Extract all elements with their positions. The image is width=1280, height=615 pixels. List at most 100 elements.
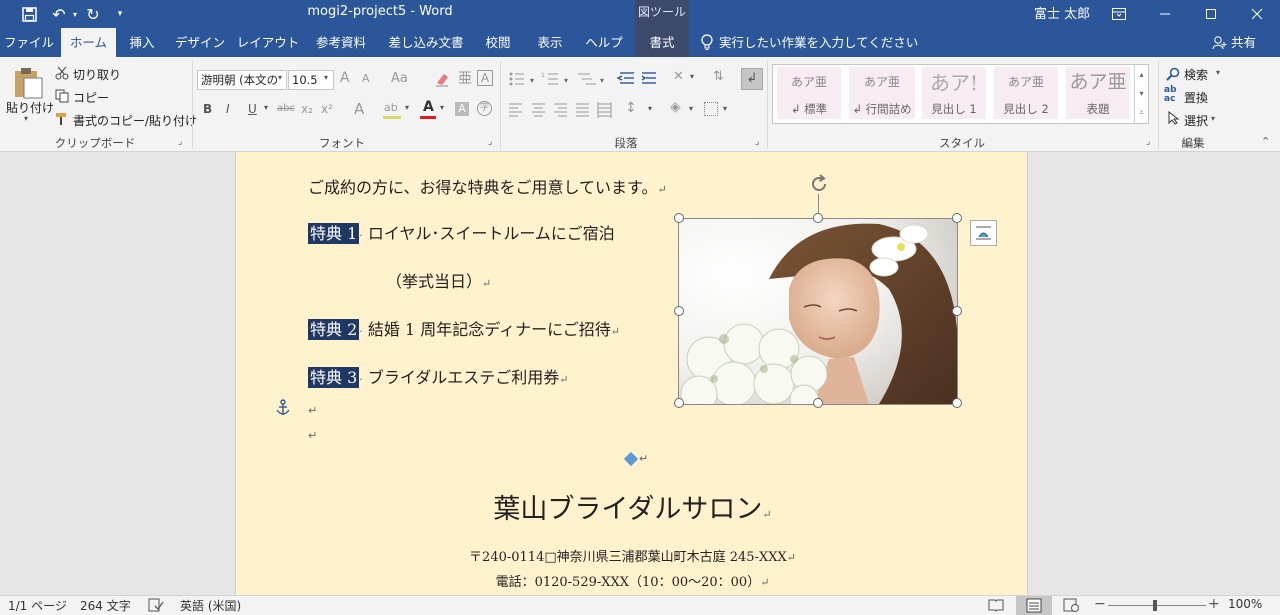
replace-button[interactable]: 置換 (1184, 89, 1208, 106)
style-standard[interactable]: あア亜 ↲ 標準 (777, 67, 841, 119)
font-name-box[interactable]: 游明朝 (本文の (197, 70, 287, 90)
minimize-icon[interactable] (1142, 0, 1188, 28)
collapse-ribbon-icon[interactable]: ⌃ (1261, 135, 1270, 148)
proofing-icon[interactable] (148, 598, 164, 612)
underline-button[interactable]: U (248, 102, 257, 116)
styles-more-icon[interactable]: ⩡ (1135, 103, 1148, 122)
read-mode-icon[interactable] (988, 598, 1004, 612)
font-size-dropdown-icon[interactable]: ▾ (324, 73, 328, 82)
tab-format[interactable]: 書式 (635, 28, 689, 57)
ribbon-display-options-icon[interactable] (1096, 0, 1142, 28)
clipboard-launcher-icon[interactable]: ⌟ (178, 137, 182, 147)
shape-anchor-diamond[interactable] (623, 451, 639, 467)
text-effects-icon[interactable]: A (354, 100, 364, 118)
resize-handle-top-left[interactable] (674, 213, 684, 223)
copy-icon[interactable] (55, 88, 69, 103)
resize-handle-bottom-left[interactable] (674, 398, 684, 408)
asian-layout-dropdown-icon[interactable]: ▾ (690, 72, 694, 81)
styles-scroll[interactable]: ▴ ▾ ⩡ (1134, 65, 1148, 123)
show-formatting-marks-icon[interactable]: ↲ (741, 68, 763, 90)
tab-view[interactable]: 表示 (526, 28, 574, 57)
resize-handle-bottom[interactable] (813, 398, 823, 408)
replace-icon[interactable]: ab ac (1164, 86, 1177, 104)
strikethrough-button[interactable]: abc (277, 103, 295, 114)
web-layout-icon[interactable] (1063, 598, 1079, 612)
highlight-color-icon[interactable]: ab (384, 101, 398, 114)
tab-file[interactable]: ファイル (0, 28, 58, 57)
tab-home[interactable]: ホーム (61, 28, 116, 57)
line-spacing-icon[interactable]: ↕ (625, 100, 637, 116)
grow-font-icon[interactable]: A (340, 70, 350, 86)
word-count[interactable]: 264 文字 (80, 597, 131, 614)
format-painter-button[interactable]: 書式のコピー/貼り付け (73, 112, 197, 129)
paragraph-launcher-icon[interactable]: ⌟ (755, 137, 759, 147)
highlight-dropdown-icon[interactable]: ▾ (405, 103, 409, 112)
scissors-icon[interactable] (55, 65, 69, 80)
subscript-button[interactable]: x₂ (301, 102, 313, 116)
tab-layout[interactable]: レイアウト (236, 28, 300, 57)
style-title[interactable]: あア亜 表題 (1066, 67, 1130, 119)
layout-options-icon[interactable] (970, 220, 997, 246)
character-border-icon[interactable]: A (477, 70, 493, 86)
select-button[interactable]: 選択 (1184, 112, 1208, 129)
anchor-icon[interactable] (275, 399, 291, 417)
style-heading-2[interactable]: あア亜 見出し 2 (994, 67, 1058, 119)
resize-handle-top[interactable] (813, 213, 823, 223)
styles-launcher-icon[interactable]: ⌟ (1146, 137, 1150, 147)
style-no-spacing[interactable]: あア亜 ↲ 行間詰め (849, 67, 915, 119)
zoom-in-icon[interactable]: + (1208, 596, 1220, 612)
sort-icon[interactable]: ⇅ (713, 69, 724, 84)
enclose-characters-icon[interactable]: 字 (477, 101, 492, 116)
bride-photo[interactable] (679, 219, 957, 404)
borders-dropdown-icon[interactable]: ▾ (723, 104, 727, 113)
shading-dropdown-icon[interactable]: ▾ (689, 104, 693, 113)
font-color-dropdown-icon[interactable]: ▾ (440, 103, 444, 112)
alignment-buttons[interactable] (508, 101, 618, 119)
font-name-dropdown-icon[interactable]: ▾ (278, 73, 282, 82)
underline-dropdown-icon[interactable]: ▾ (264, 103, 268, 112)
scroll-down-icon[interactable]: ▾ (1135, 84, 1148, 103)
paste-dropdown-icon[interactable]: ▾ (24, 114, 28, 123)
tell-me-search[interactable]: 実行したい作業を入力してください (719, 28, 918, 57)
paste-icon[interactable] (12, 65, 44, 99)
borders-icon[interactable] (704, 102, 718, 116)
resize-handle-right[interactable] (952, 306, 962, 316)
rotate-handle-icon[interactable] (808, 173, 830, 195)
copy-button[interactable]: コピー (73, 89, 109, 106)
asian-layout-icon[interactable]: ✕ (673, 69, 684, 84)
style-heading-1[interactable]: あア! 見出し 1 (922, 67, 986, 119)
font-launcher-icon[interactable]: ⌟ (488, 137, 492, 147)
select-arrow-icon[interactable] (1168, 110, 1180, 125)
paste-button[interactable]: 貼り付け (6, 99, 54, 116)
share-person-icon[interactable] (1212, 35, 1228, 51)
tab-design[interactable]: デザイン (170, 28, 230, 57)
zoom-level[interactable]: 100% (1228, 597, 1262, 611)
search-icon[interactable] (1166, 66, 1180, 81)
format-painter-icon[interactable] (55, 111, 69, 125)
tab-references[interactable]: 参考資料 (306, 28, 376, 57)
select-dropdown-icon[interactable]: ▾ (1211, 114, 1215, 123)
tab-help[interactable]: ヘルプ (580, 28, 628, 57)
indent-buttons[interactable] (616, 70, 660, 88)
shading-bucket-icon[interactable]: ◈ (670, 99, 681, 115)
zoom-out-icon[interactable]: − (1094, 596, 1106, 612)
shrink-font-icon[interactable]: A (362, 72, 370, 85)
zoom-slider-thumb[interactable] (1153, 600, 1157, 611)
change-case-icon[interactable]: Aa (391, 71, 408, 86)
cut-button[interactable]: 切り取り (73, 66, 121, 83)
close-icon[interactable] (1234, 0, 1280, 28)
language-indicator[interactable]: 英語 (米国) (180, 597, 241, 614)
tab-mailings[interactable]: 差し込み文書 (382, 28, 470, 57)
resize-handle-bottom-right[interactable] (952, 398, 962, 408)
resize-handle-left[interactable] (674, 306, 684, 316)
resize-handle-top-right[interactable] (952, 213, 962, 223)
phonetic-guide-icon[interactable]: 亜 (458, 68, 472, 88)
find-button[interactable]: 検索 (1184, 66, 1208, 83)
clear-formatting-icon[interactable] (434, 71, 450, 87)
character-shading-icon[interactable]: A (455, 102, 469, 116)
user-name[interactable]: 富士 太郎 (1034, 3, 1090, 22)
line-spacing-dropdown-icon[interactable]: ▾ (648, 104, 652, 113)
maximize-icon[interactable] (1188, 0, 1234, 28)
print-layout-icon[interactable] (1016, 596, 1052, 615)
tab-review[interactable]: 校閲 (476, 28, 520, 57)
